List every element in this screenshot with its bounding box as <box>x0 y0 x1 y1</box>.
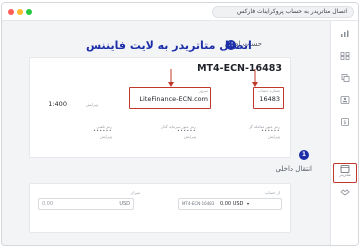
sidebar-item-dashboard[interactable] <box>333 51 357 71</box>
minimize-window-icon[interactable] <box>17 9 23 15</box>
profile-icon <box>340 96 350 104</box>
trader-password-edit-link[interactable]: ویرایش <box>249 134 280 139</box>
investor-password-field: رمز عبور سرمایه گذار •••••• ویرایش <box>161 124 196 139</box>
handshake-icon <box>340 189 350 196</box>
account-number-field: شماره حساب 16483 <box>258 88 280 103</box>
account-number-label: شماره حساب <box>257 88 280 93</box>
step-1-badge: 1 <box>299 150 309 160</box>
sidebar-item-partnership[interactable] <box>333 187 357 207</box>
chevron-down-icon: ▾ <box>246 201 249 206</box>
server-value: LiteFinance-ECN.com <box>139 95 208 103</box>
sidebar-item-finance[interactable]: $ <box>333 117 357 137</box>
sidebar-item-analytics[interactable] <box>333 29 357 49</box>
server-label: سرور <box>199 88 208 93</box>
address-bar[interactable]: اتصال متاتریدر به حساب پروکراینات فارکس <box>212 6 354 18</box>
sidebar: $ متاتریدر <box>330 21 358 245</box>
grid-icon <box>340 52 350 60</box>
server-field: سرور LiteFinance-ECN.com <box>139 88 208 103</box>
sidebar-item-copytrading[interactable] <box>333 73 357 93</box>
amount-currency: USD <box>119 201 130 207</box>
account-number-value: 16483 <box>259 95 280 103</box>
maximize-window-icon[interactable] <box>26 9 32 15</box>
phone-password-edit-link[interactable]: ویرایش <box>93 134 112 139</box>
amount-label: میزان <box>130 190 140 195</box>
from-account-select[interactable]: MT4-ECN-16483 0.00 USD ▾ <box>178 198 282 210</box>
account-card: MT4-ECN-16483 شماره حساب 16483 سرور Lite… <box>29 57 291 158</box>
terminal-icon <box>340 165 350 173</box>
amount-value: 0.00 <box>42 201 54 207</box>
leverage-field: 1:400 ویرایش <box>38 91 98 110</box>
leverage-edit-link[interactable]: ویرایش <box>86 102 98 107</box>
copy-icon <box>341 74 350 82</box>
leverage-value: 1:400 <box>48 100 67 108</box>
from-account-value: MT4-ECN-16483 <box>182 201 215 206</box>
transfer-card: از حساب MT4-ECN-16483 0.00 USD ▾ میزان 0… <box>29 183 291 233</box>
browser-window: اتصال متاتریدر به حساب پروکراینات فارکس … <box>1 2 359 246</box>
svg-text:$: $ <box>343 120 346 126</box>
sidebar-item-metatrader[interactable]: متاتریدر <box>333 163 357 183</box>
transfer-section-title: انتقال داخلی <box>275 165 312 173</box>
dollar-icon: $ <box>341 118 349 126</box>
browser-topbar: اتصال متاتریدر به حساب پروکراینات فارکس <box>2 3 358 21</box>
trader-password-field: رمز عبور معامله گر •••••• ویرایش <box>249 124 280 139</box>
window-controls <box>8 9 32 15</box>
amount-input[interactable]: 0.00 USD <box>38 198 134 210</box>
from-account-label: از حساب <box>264 190 280 195</box>
sidebar-item-profile[interactable] <box>333 95 357 115</box>
phone-password-field: رمز تلفنی •••••• ویرایش <box>93 124 112 139</box>
tutorial-title: اتصال متاتریدر به لایت فایننس <box>86 39 252 52</box>
close-window-icon[interactable] <box>8 9 14 15</box>
chart-icon <box>341 30 349 37</box>
sidebar-label-metatrader: متاتریدر <box>339 173 351 177</box>
investor-password-edit-link[interactable]: ویرایش <box>161 134 196 139</box>
from-account-amount: 0.00 USD <box>219 201 244 207</box>
account-title: MT4-ECN-16483 <box>197 63 282 74</box>
